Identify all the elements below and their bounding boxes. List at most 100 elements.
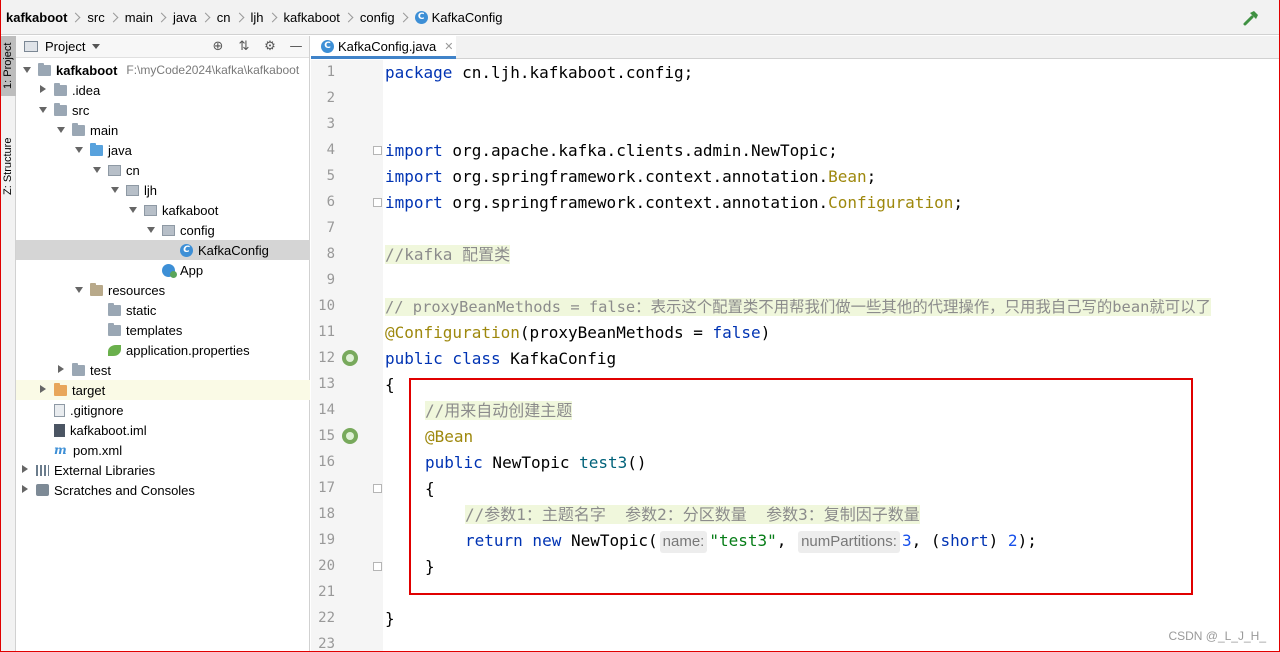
fold-marker-icon[interactable] <box>373 146 382 155</box>
chevron-down-icon[interactable] <box>22 65 32 75</box>
tree-item-gitignore[interactable]: .gitignore <box>16 400 310 420</box>
breadcrumb-kafkaboot-package[interactable]: kafkaboot <box>284 0 360 34</box>
tree-item-cn[interactable]: cn <box>16 160 310 180</box>
code-text: org.springframework.context.annotation. <box>442 193 829 212</box>
iml-file-icon <box>54 423 65 437</box>
code-line: 20 } <box>311 554 1280 580</box>
breadcrumb-cn[interactable]: cn <box>217 0 251 34</box>
chevron-right-icon[interactable] <box>38 85 48 95</box>
code-text: (proxyBeanMethods = <box>519 323 713 342</box>
tree-item-kafkaboot-package[interactable]: kafkaboot <box>16 200 310 220</box>
line-number: 19 <box>318 532 335 548</box>
code-comment: //kafka 配置类 <box>385 245 511 264</box>
chevron-right-icon[interactable] <box>20 485 30 495</box>
fold-marker-icon[interactable] <box>373 198 382 207</box>
annotation: @Bean <box>425 427 474 446</box>
tree-item-target[interactable]: target <box>16 380 310 400</box>
tree-item-kafkaboot-iml[interactable]: kafkaboot.iml <box>16 420 310 440</box>
line-number: 1 <box>326 64 335 80</box>
line-number: 10 <box>318 298 335 314</box>
tree-item-label: templates <box>126 322 183 338</box>
spring-bean-gutter-icon[interactable] <box>342 350 358 366</box>
code-comment: // proxyBeanMethods = false：表示这个配置类不用帮我们… <box>385 298 1211 316</box>
tree-item-main[interactable]: main <box>16 120 310 140</box>
tab-kafkaconfig-java[interactable]: C KafkaConfig.java ✕ <box>311 36 456 59</box>
project-panel-title[interactable]: Project <box>45 39 85 54</box>
breadcrumb-src[interactable]: src <box>87 0 124 34</box>
keyword: return <box>465 531 523 550</box>
tree-item-application-properties[interactable]: application.properties <box>16 340 310 360</box>
chevron-right-icon <box>156 12 167 22</box>
close-icon[interactable]: ✕ <box>444 40 453 53</box>
breadcrumb-java[interactable]: java <box>173 0 217 34</box>
breadcrumb-kafkaconfig[interactable]: C KafkaConfig <box>414 0 503 34</box>
tree-item-src[interactable]: src <box>16 100 310 120</box>
breadcrumb-kafkaboot[interactable]: kafkaboot <box>6 0 87 34</box>
tree-item-resources[interactable]: resources <box>16 280 310 300</box>
chevron-right-icon[interactable] <box>20 465 30 475</box>
tree-item-kafkaconfig[interactable]: C KafkaConfig <box>16 240 310 260</box>
tree-item-app[interactable]: App <box>16 260 310 280</box>
collapse-all-icon[interactable]: ⇅ <box>237 39 251 54</box>
chevron-right-icon[interactable] <box>56 365 66 375</box>
tree-item-scratches[interactable]: Scratches and Consoles <box>16 480 310 500</box>
chevron-right-icon[interactable] <box>38 385 48 395</box>
code-text: org.apache.kafka.clients.admin.NewTopic; <box>442 141 838 160</box>
chevron-down-icon[interactable] <box>56 125 66 135</box>
tree-item-label: config <box>180 222 215 238</box>
tree-item-ljh[interactable]: ljh <box>16 180 310 200</box>
chevron-down-icon[interactable] <box>74 145 84 155</box>
parameter-hint: numPartitions: <box>798 531 900 553</box>
chevron-down-icon[interactable] <box>92 44 101 49</box>
breadcrumb-main[interactable]: main <box>125 0 173 34</box>
breadcrumb-ljh[interactable]: ljh <box>251 0 284 34</box>
annotation: @Configuration <box>385 323 520 342</box>
tree-item-pom-xml[interactable]: m pom.xml <box>16 440 310 460</box>
code-line: 7 <box>311 216 1280 242</box>
breadcrumb-label: KafkaConfig <box>431 9 503 25</box>
folder-icon <box>108 302 121 316</box>
code-line: 2 <box>311 86 1280 112</box>
tree-item-static[interactable]: static <box>16 300 310 320</box>
tree-item-java[interactable]: java <box>16 140 310 160</box>
chevron-down-icon[interactable] <box>92 165 102 175</box>
hide-panel-icon[interactable]: — <box>289 39 303 54</box>
tree-item-label: KafkaConfig <box>198 242 269 258</box>
fold-marker-icon[interactable] <box>373 484 382 493</box>
tree-item-kafkaboot[interactable]: kafkaboot F:\myCode2024\kafka\kafkaboot <box>16 60 310 80</box>
structure-tool-tab[interactable]: Z: Structure <box>0 124 16 208</box>
code-line: 15 @Bean <box>311 424 1280 450</box>
chevron-down-icon[interactable] <box>146 225 156 235</box>
tree-item-templates[interactable]: templates <box>16 320 310 340</box>
code-text: ; <box>953 193 963 212</box>
fold-marker-icon[interactable] <box>373 562 382 571</box>
code-text: () <box>627 453 647 472</box>
chevron-down-icon[interactable] <box>128 205 138 215</box>
tree-item-label: kafkaboot.iml <box>70 422 147 438</box>
line-number: 2 <box>326 90 335 106</box>
chevron-down-icon[interactable] <box>38 105 48 115</box>
structure-tool-tab-label: Z: Structure <box>2 137 14 195</box>
breadcrumb-config[interactable]: config <box>360 0 415 34</box>
chevron-down-icon[interactable] <box>110 185 120 195</box>
tree-item-test[interactable]: test <box>16 360 310 380</box>
code-text: ) <box>988 531 1008 550</box>
project-tool-tab[interactable]: 1: Project <box>0 36 16 96</box>
editor-tabs: C KafkaConfig.java ✕ <box>311 36 1280 59</box>
code-editor[interactable]: 1 package cn.ljh.kafkaboot.config; 2 3 4… <box>311 60 1280 652</box>
code-text: } <box>425 557 435 576</box>
build-hammer-icon[interactable] <box>1242 9 1260 27</box>
tree-item-config[interactable]: config <box>16 220 310 240</box>
code-text: NewTopic( <box>561 531 658 550</box>
tree-item-label: kafkaboot <box>56 62 118 78</box>
tree-item-external-libraries[interactable]: External Libraries <box>16 460 310 480</box>
chevron-down-icon[interactable] <box>74 285 84 295</box>
line-number: 7 <box>326 220 335 236</box>
locate-file-icon[interactable]: ⊕ <box>211 39 225 54</box>
spring-bean-gutter-icon[interactable] <box>342 428 358 444</box>
tree-item-label: App <box>180 262 204 278</box>
tree-item-idea[interactable]: .idea <box>16 80 310 100</box>
gear-icon[interactable]: ⚙ <box>263 39 277 54</box>
line-number: 5 <box>326 168 335 184</box>
chevron-right-icon <box>200 12 211 22</box>
